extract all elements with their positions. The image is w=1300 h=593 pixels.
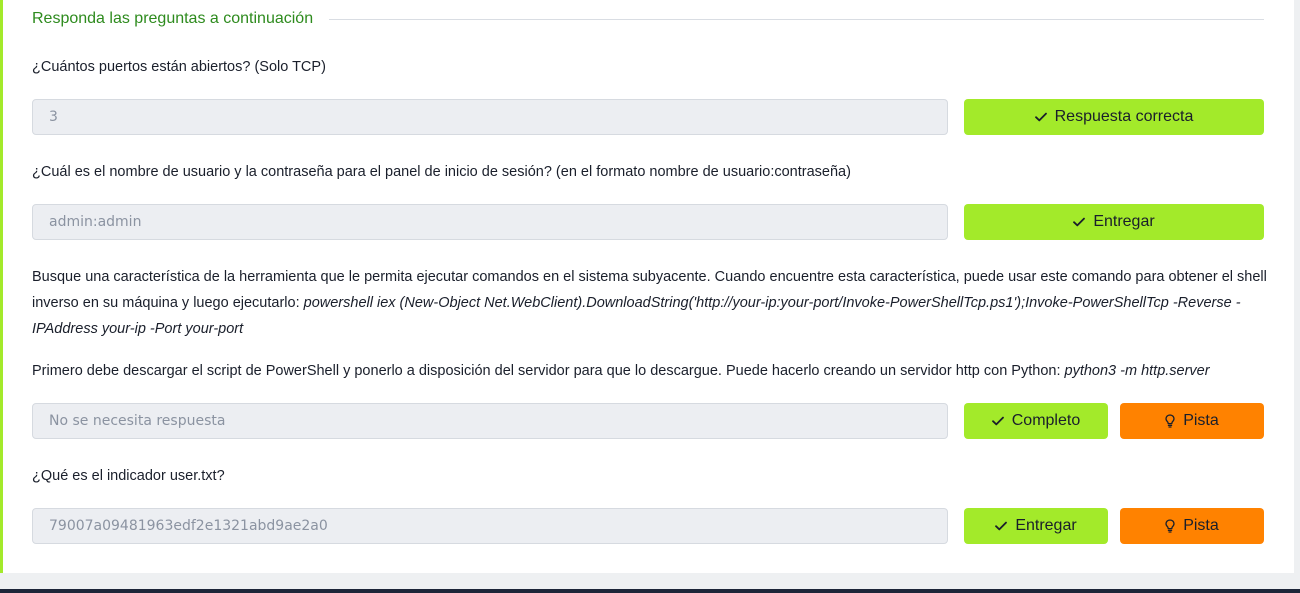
- question-3-text-2: Primero debe descargar el script de Powe…: [32, 358, 1268, 384]
- check-icon: [991, 416, 1004, 426]
- question-3-hint-label: Pista: [1183, 412, 1219, 429]
- question-4-text: ¿Qué es el indicador user.txt?: [32, 468, 225, 484]
- question-4-submit-label: Entregar: [1015, 517, 1077, 534]
- question-2-text: ¿Cuál es el nombre de usuario y la contr…: [32, 164, 851, 180]
- question-4-hint-label: Pista: [1183, 517, 1219, 534]
- bottom-bar: [0, 589, 1300, 593]
- question-2-answer-field[interactable]: admin:admin: [32, 204, 948, 240]
- question-3-command-2: python3 -m http.server: [1064, 363, 1210, 379]
- question-4-answer-field[interactable]: 79007a09481963edf2e1321abd9ae2a0: [32, 508, 948, 544]
- section-divider: [329, 18, 1264, 20]
- section-header: Responda las preguntas a continuación: [32, 8, 1264, 30]
- questions-panel: Responda las preguntas a continuación ¿C…: [0, 0, 1294, 573]
- check-icon: [1034, 112, 1047, 122]
- check-icon: [1073, 217, 1086, 227]
- question-1-correct-button[interactable]: Respuesta correcta: [964, 99, 1264, 135]
- question-4-hint-button[interactable]: Pista: [1120, 508, 1264, 544]
- question-3-complete-button[interactable]: Completo: [964, 403, 1108, 439]
- question-1-correct-label: Respuesta correcta: [1054, 108, 1194, 125]
- question-2-submit-button[interactable]: Entregar: [964, 204, 1264, 240]
- check-icon: [995, 521, 1008, 531]
- lightbulb-icon: [1165, 519, 1175, 533]
- lightbulb-icon: [1165, 414, 1175, 428]
- question-3-complete-label: Completo: [1011, 412, 1081, 429]
- question-3-intro-2: Primero debe descargar el script de Powe…: [32, 363, 1065, 379]
- question-4-submit-button[interactable]: Entregar: [964, 508, 1108, 544]
- question-1-text: ¿Cuántos puertos están abiertos? (Solo T…: [32, 59, 326, 75]
- question-3-hint-button[interactable]: Pista: [1120, 403, 1264, 439]
- question-3-answer-field[interactable]: No se necesita respuesta: [32, 403, 948, 439]
- question-3-text: Busque una característica de la herramie…: [32, 264, 1268, 342]
- question-1-answer-field[interactable]: 3: [32, 99, 948, 135]
- section-title: Responda las preguntas a continuación: [32, 10, 314, 27]
- question-2-submit-label: Entregar: [1093, 213, 1155, 230]
